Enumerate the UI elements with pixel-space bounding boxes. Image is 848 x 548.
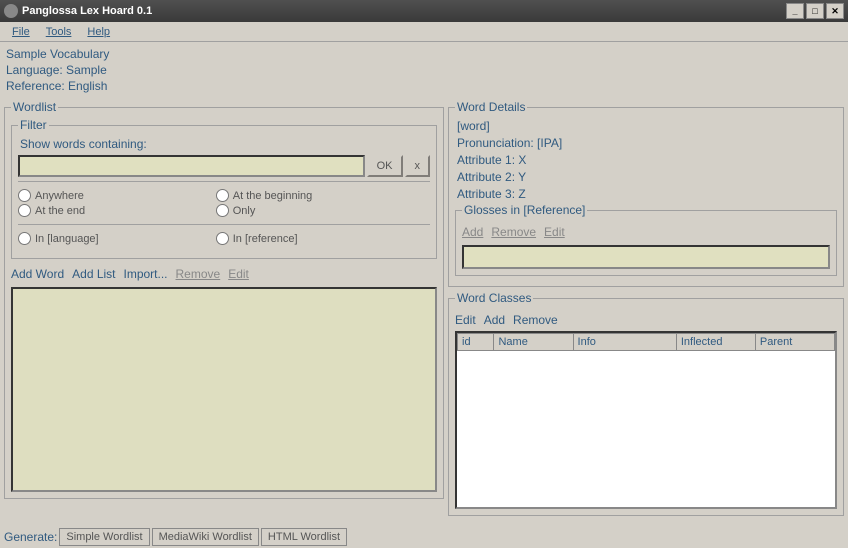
radio-end[interactable]: At the end — [18, 203, 216, 218]
glosses-remove[interactable]: Remove — [491, 225, 536, 239]
gen-simple-button[interactable]: Simple Wordlist — [59, 528, 149, 546]
radio-anywhere[interactable]: Anywhere — [18, 188, 216, 203]
classes-table: id Name Info Inflected Parent — [457, 333, 835, 351]
col-inflected[interactable]: Inflected — [676, 334, 755, 351]
footer: Generate: Simple Wordlist MediaWiki Word… — [4, 528, 347, 546]
window-title: Panglossa Lex Hoard 0.1 — [22, 5, 152, 17]
detail-word: [word] — [455, 118, 837, 135]
detail-attr3: Attribute 3: Z — [455, 186, 837, 203]
radio-beginning[interactable]: At the beginning — [216, 188, 414, 203]
radio-in-reference[interactable]: In [reference] — [216, 231, 414, 246]
maximize-button[interactable]: □ — [806, 3, 824, 19]
menu-file[interactable]: File — [4, 24, 38, 40]
filter-fieldset: Filter Show words containing: OK x Anywh… — [11, 118, 437, 259]
glosses-add[interactable]: Add — [462, 225, 483, 239]
wordlist-listbox[interactable] — [11, 287, 437, 492]
gen-html-button[interactable]: HTML Wordlist — [261, 528, 347, 546]
clear-button[interactable]: x — [405, 155, 431, 177]
position-radios: Anywhere At the beginning At the end Onl… — [18, 188, 430, 218]
scope-radios: In [language] In [reference] — [18, 231, 430, 246]
classes-toolbar: Edit Add Remove — [455, 309, 837, 331]
classes-edit[interactable]: Edit — [455, 313, 476, 327]
glosses-legend: Glosses in [Reference] — [462, 203, 587, 217]
menubar: File Tools Help — [0, 22, 848, 42]
menu-tools[interactable]: Tools — [38, 24, 80, 40]
word-details-legend: Word Details — [455, 100, 527, 114]
glosses-fieldset: Glosses in [Reference] Add Remove Edit — [455, 203, 837, 276]
import-link[interactable]: Import... — [124, 267, 168, 281]
col-info[interactable]: Info — [573, 334, 676, 351]
app-icon — [4, 4, 18, 18]
radio-only[interactable]: Only — [216, 203, 414, 218]
minimize-button[interactable]: _ — [786, 3, 804, 19]
word-classes-legend: Word Classes — [455, 291, 533, 305]
generate-label: Generate: — [4, 530, 57, 544]
classes-table-wrap[interactable]: id Name Info Inflected Parent — [455, 331, 837, 509]
menu-help[interactable]: Help — [79, 24, 118, 40]
add-word-link[interactable]: Add Word — [11, 267, 64, 281]
detail-pron: Pronunciation: [IPA] — [455, 135, 837, 152]
wordlist-toolbar: Add Word Add List Import... Remove Edit — [11, 263, 437, 285]
glosses-toolbar: Add Remove Edit — [462, 221, 830, 243]
word-classes-fieldset: Word Classes Edit Add Remove id Name Inf… — [448, 291, 844, 516]
show-words-label: Show words containing: — [18, 136, 430, 153]
remove-link[interactable]: Remove — [176, 267, 221, 281]
filter-input[interactable] — [18, 155, 365, 177]
filter-legend: Filter — [18, 118, 49, 132]
close-button[interactable]: ✕ — [826, 3, 844, 19]
wordlist-fieldset: Wordlist Filter Show words containing: O… — [4, 100, 444, 499]
ok-button[interactable]: OK — [367, 155, 403, 177]
col-id[interactable]: id — [458, 334, 494, 351]
language-line: Language: Sample — [6, 62, 842, 78]
radio-in-language[interactable]: In [language] — [18, 231, 216, 246]
reference-line: Reference: English — [6, 78, 842, 94]
word-details-fieldset: Word Details [word] Pronunciation: [IPA]… — [448, 100, 844, 287]
classes-remove[interactable]: Remove — [513, 313, 558, 327]
titlebar: Panglossa Lex Hoard 0.1 _ □ ✕ — [0, 0, 848, 22]
gen-mediawiki-button[interactable]: MediaWiki Wordlist — [152, 528, 259, 546]
edit-link[interactable]: Edit — [228, 267, 249, 281]
col-parent[interactable]: Parent — [755, 334, 834, 351]
detail-attr2: Attribute 2: Y — [455, 169, 837, 186]
wordlist-legend: Wordlist — [11, 100, 58, 114]
info-area: Sample Vocabulary Language: Sample Refer… — [0, 42, 848, 98]
add-list-link[interactable]: Add List — [72, 267, 115, 281]
detail-attr1: Attribute 1: X — [455, 152, 837, 169]
col-name[interactable]: Name — [494, 334, 573, 351]
glosses-edit[interactable]: Edit — [544, 225, 565, 239]
vocab-name: Sample Vocabulary — [6, 46, 842, 62]
glosses-listbox[interactable] — [462, 245, 830, 269]
classes-add[interactable]: Add — [484, 313, 505, 327]
